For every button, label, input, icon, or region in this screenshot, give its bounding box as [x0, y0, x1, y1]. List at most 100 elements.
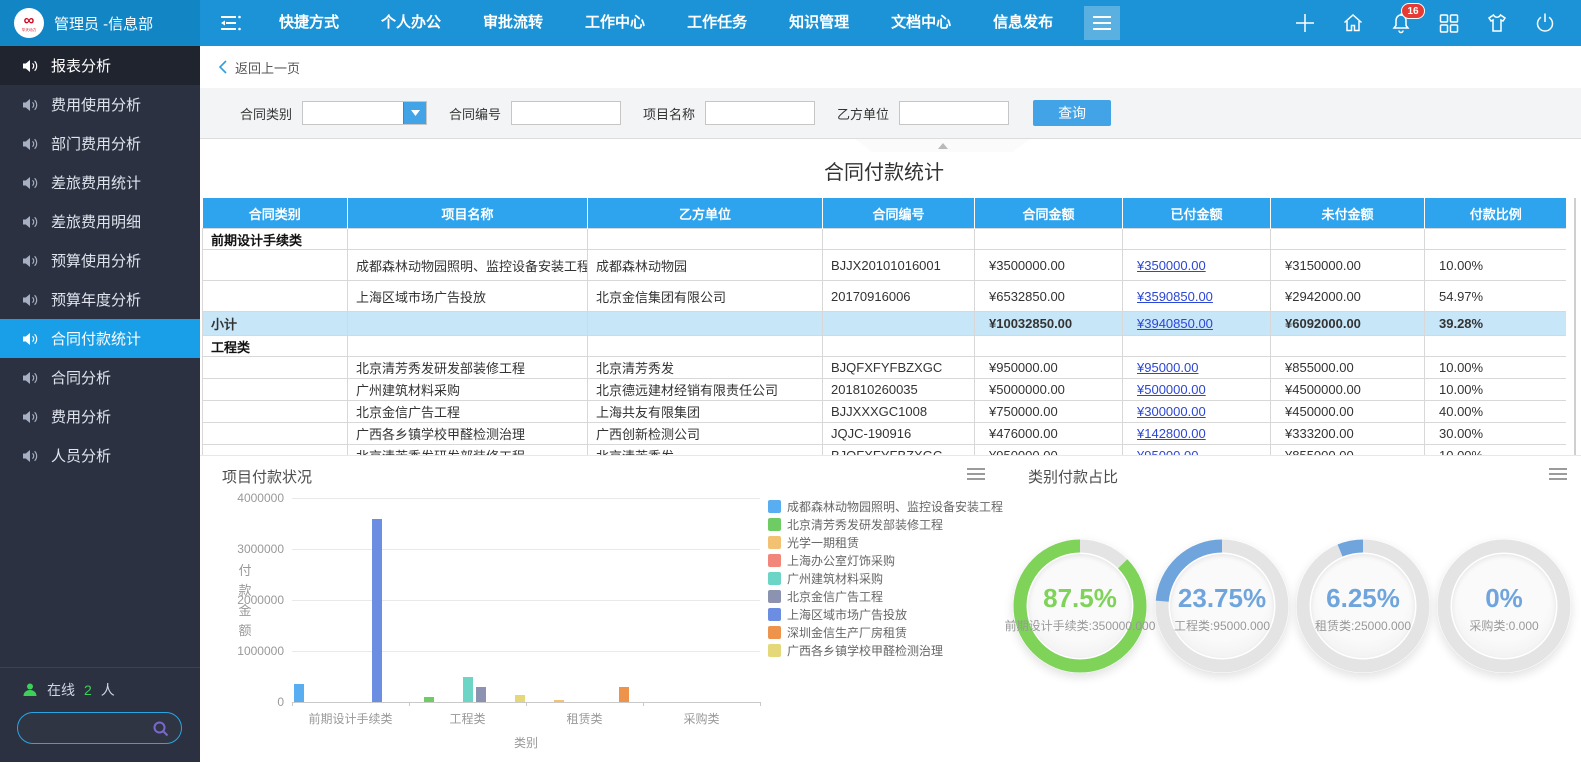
column-header: 合同金额 — [974, 198, 1123, 229]
sidebar-item[interactable]: 费用使用分析 — [0, 85, 200, 124]
table-row[interactable]: 工程类 — [202, 335, 1566, 357]
table-cell: 广州建筑材料采购 — [347, 378, 588, 401]
nav-item[interactable]: 文档中心 — [870, 0, 972, 46]
paid-amount-link[interactable]: ¥95000.00 — [1137, 448, 1198, 455]
table-cell: 10.00% — [1424, 249, 1566, 281]
x-axis-tick — [292, 702, 293, 706]
nav-item[interactable]: 工作任务 — [666, 0, 768, 46]
sidebar-item[interactable]: 预算使用分析 — [0, 241, 200, 280]
online-label: 在线 — [47, 682, 75, 698]
query-button[interactable]: 查询 — [1033, 100, 1112, 126]
table-cell: BJJXXXGC1008 — [822, 400, 975, 423]
paid-amount-link[interactable]: ¥142800.00 — [1137, 426, 1206, 441]
column-header: 合同编号 — [822, 198, 975, 229]
nav-item[interactable]: 快捷方式 — [258, 0, 360, 46]
nav-item[interactable]: 审批流转 — [462, 0, 564, 46]
table-cell — [822, 311, 975, 336]
legend-item[interactable]: 广西各乡镇学校甲醛检测治理 — [768, 643, 943, 658]
legend-item[interactable]: 光学一期租赁 — [768, 535, 859, 550]
table-row[interactable]: 前期设计手续类 — [202, 228, 1566, 250]
nav-item[interactable]: 信息发布 — [972, 0, 1074, 46]
sidebar-item[interactable]: 差旅费用明细 — [0, 202, 200, 241]
paid-amount-link[interactable]: ¥95000.00 — [1137, 360, 1198, 375]
table-title: 合同付款统计 — [824, 162, 944, 184]
filter-input[interactable] — [705, 101, 816, 125]
notifications-bell-icon[interactable]: 16 — [1389, 3, 1425, 35]
paid-amount-link[interactable]: ¥500000.00 — [1137, 382, 1206, 397]
table-header-row: 合同类别 项目名称 乙方单位 合同编号 合同金额 已付金额 未付金额 付款比例 — [202, 198, 1566, 229]
gauge-chart-menu-icon[interactable] — [1549, 468, 1567, 480]
paid-amount-link[interactable]: ¥300000.00 — [1137, 404, 1206, 419]
legend-item[interactable]: 北京清芳秀发研发部装修工程 — [768, 517, 943, 532]
table-cell: ¥855000.00 — [1270, 444, 1425, 455]
table-row[interactable]: 上海区域市场广告投放 北京金信集团有限公司 20170916006 ¥6532850.… — [202, 280, 1566, 312]
more-menu-button[interactable] — [1084, 6, 1121, 40]
nav-item[interactable]: 个人办公 — [360, 0, 462, 46]
table-cell: ¥95000.00 — [1122, 356, 1271, 379]
gridline — [292, 651, 760, 652]
table-cell — [1424, 335, 1566, 357]
online-users-status: 在线 2 人 — [0, 668, 200, 700]
theme-shirt-icon[interactable] — [1485, 11, 1509, 35]
filter-input[interactable] — [511, 101, 622, 125]
sidebar-item[interactable]: 部门费用分析 — [0, 124, 200, 163]
sidebar-item-label: 费用使用分析 — [51, 97, 142, 114]
table-row[interactable]: 小计 ¥10032850.00 ¥3940850.00 ¥6092000.00 39.2… — [202, 311, 1566, 336]
table-row[interactable]: 北京清芳秀发研发部装修工程北京清芳秀发BJQFXFYFBZXGC¥950000.… — [202, 356, 1566, 379]
table-row[interactable]: 北京金信广告工程 上海共友有限集团 BJJXXXGC1008 ¥750000.00 ¥3… — [202, 400, 1566, 423]
collapse-filter-handle[interactable] — [855, 139, 1030, 152]
gauge-category-label: 租赁类:25000.000 — [1314, 619, 1412, 633]
nav-item[interactable]: 工作中心 — [564, 0, 666, 46]
bar — [618, 686, 629, 702]
sidebar-item[interactable]: 预算年度分析 — [0, 280, 200, 319]
table-scrollbar[interactable] — [1574, 198, 1576, 455]
back-link[interactable]: 返回上一页 — [235, 58, 300, 77]
table-cell: 前期设计手续类 — [202, 228, 348, 250]
table-cell — [1122, 335, 1271, 357]
sidebar-item-label: 人员分析 — [51, 448, 112, 465]
table-row[interactable]: 成都森林动物园照明、监控设备安装工程 成都森林动物园 BJJX20101016001… — [202, 249, 1566, 281]
sidebar-search-input[interactable] — [18, 720, 152, 736]
sidebar-menu: 报表分析费用使用分析部门费用分析 差旅费用统计 差旅费用明细 预算使用分析 预算年度分析… — [0, 46, 200, 475]
paid-amount-link[interactable]: ¥3590850.00 — [1137, 289, 1213, 304]
speaker-icon — [22, 410, 38, 424]
top-navigation-bar: ∞ 华天动力 管理员 -信息部 快捷方式 个人办公 审批流转 工作中心 工作任务 知识管理… — [0, 0, 1581, 46]
bar-chart-menu-icon[interactable] — [967, 468, 985, 480]
y-tick-label: 0 — [277, 695, 284, 709]
toggle-menu-icon[interactable] — [220, 14, 242, 32]
new-item-icon[interactable] — [1293, 11, 1317, 35]
table-cell — [202, 249, 348, 281]
table-row[interactable]: 广西各乡镇学校甲醛检测治理 广西创新检测公司 JQJC-190916 ¥476000.… — [202, 422, 1566, 445]
legend-item[interactable]: 上海区域市场广告投放 — [768, 607, 907, 622]
sidebar-item[interactable]: 合同分析 — [0, 358, 200, 397]
filter-label: 合同类别 — [240, 106, 293, 122]
search-icon[interactable] — [152, 720, 181, 737]
sidebar-item[interactable]: 人员分析 — [0, 436, 200, 475]
sidebar-item[interactable]: 报表分析 — [0, 46, 200, 85]
table-row[interactable]: 北京清芳秀发研发部装修工程北京清芳秀发BJQFXFYFBZXGC¥950000.… — [202, 444, 1566, 455]
table-row[interactable]: 广州建筑材料采购 北京德远建材经销有限责任公司 201810260035 ¥50000… — [202, 378, 1566, 401]
home-icon[interactable] — [1341, 11, 1365, 35]
paid-amount-link[interactable]: ¥350000.00 — [1137, 258, 1206, 273]
legend-item[interactable]: 上海办公室灯饰采购 — [768, 553, 895, 568]
legend-item[interactable]: 北京金信广告工程 — [768, 589, 883, 604]
y-tick-label: 3000000 — [237, 542, 284, 556]
filter-input[interactable] — [899, 101, 1010, 125]
bar-chart-y-axis-name: 付款金额 — [238, 563, 252, 638]
legend-item[interactable]: 成都森林动物园照明、监控设备安装工程 — [768, 499, 1003, 514]
sidebar-item[interactable]: 差旅费用统计 — [0, 163, 200, 202]
legend-item[interactable]: 广州建筑材料采购 — [768, 571, 883, 586]
logout-power-icon[interactable] — [1533, 11, 1557, 35]
sidebar-item[interactable]: 费用分析 — [0, 397, 200, 436]
table-cell: 北京德远建材经销有限责任公司 — [587, 378, 823, 401]
chevron-down-icon[interactable] — [403, 102, 427, 124]
paid-amount-link[interactable]: ¥3940850.00 — [1137, 316, 1213, 331]
nav-item[interactable]: 知识管理 — [768, 0, 870, 46]
table-cell — [202, 378, 348, 401]
table-cell: BJQFXFYFBZXGC — [822, 444, 975, 455]
legend-item[interactable]: 深圳金信生产厂房租赁 — [768, 625, 907, 640]
contract-type-select[interactable] — [302, 101, 428, 125]
apps-grid-icon[interactable] — [1437, 11, 1461, 35]
table-cell: ¥750000.00 — [974, 400, 1123, 423]
sidebar-item[interactable]: 合同付款统计 — [0, 319, 200, 358]
